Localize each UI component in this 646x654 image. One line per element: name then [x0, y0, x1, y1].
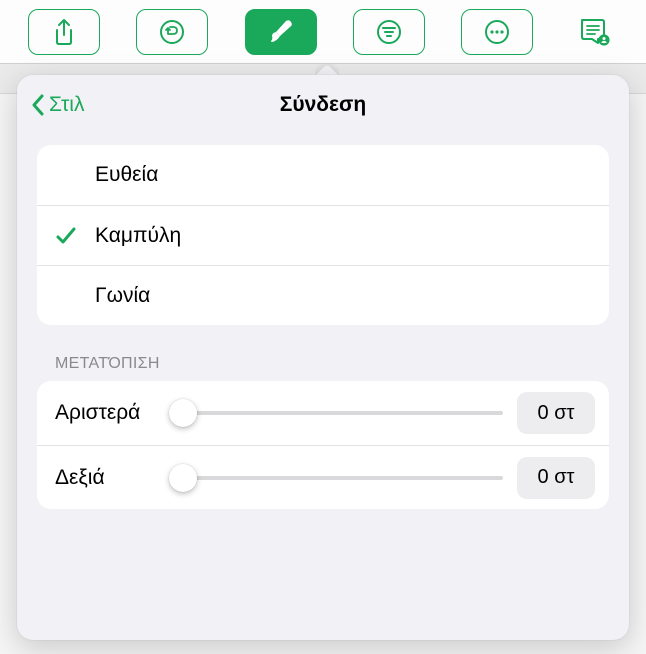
connection-type-list: Ευθεία Καμπύλη Γωνία [37, 145, 609, 325]
offset-group: Αριστερά 0 στ Δεξιά 0 στ [37, 381, 609, 509]
offset-row-right: Δεξιά 0 στ [37, 445, 609, 509]
back-button[interactable]: Στιλ [31, 75, 84, 135]
checkmark-icon [55, 226, 77, 246]
right-offset-value[interactable]: 0 στ [517, 457, 595, 499]
offset-row-left: Αριστερά 0 στ [37, 381, 609, 445]
option-label: Γωνία [95, 284, 150, 308]
check-column [55, 226, 95, 246]
left-offset-value[interactable]: 0 στ [517, 392, 595, 434]
offset-section-header: ΜΕΤΑΤΌΠΙΣΗ [55, 355, 591, 373]
option-straight[interactable]: Ευθεία [37, 145, 609, 205]
undo-button[interactable] [136, 9, 208, 55]
slider-track [169, 476, 503, 480]
offset-label: Αριστερά [55, 401, 155, 425]
popover-header: Στιλ Σύνδεση [17, 75, 629, 135]
option-label: Καμπύλη [95, 224, 181, 248]
chevron-left-icon [31, 94, 45, 116]
option-curve[interactable]: Καμπύλη [37, 205, 609, 265]
format-popover: Στιλ Σύνδεση Ευθεία Καμπύλη Γωνία ΜΕΤΑΤΌ… [17, 75, 629, 640]
presenter-notes-button[interactable] [570, 9, 618, 55]
list-format-button[interactable] [353, 9, 425, 55]
slider-track [169, 411, 503, 415]
slider-thumb[interactable] [169, 464, 197, 492]
offset-label: Δεξιά [55, 466, 155, 490]
more-button[interactable] [461, 9, 533, 55]
toolbar [0, 0, 646, 64]
right-offset-slider[interactable] [169, 464, 503, 492]
format-brush-button[interactable] [245, 9, 317, 55]
option-label: Ευθεία [95, 163, 158, 187]
slider-thumb[interactable] [169, 399, 197, 427]
option-corner[interactable]: Γωνία [37, 265, 609, 325]
popover-title: Σύνδεση [280, 93, 366, 117]
left-offset-slider[interactable] [169, 399, 503, 427]
back-label: Στιλ [49, 93, 84, 117]
share-button[interactable] [28, 9, 100, 55]
